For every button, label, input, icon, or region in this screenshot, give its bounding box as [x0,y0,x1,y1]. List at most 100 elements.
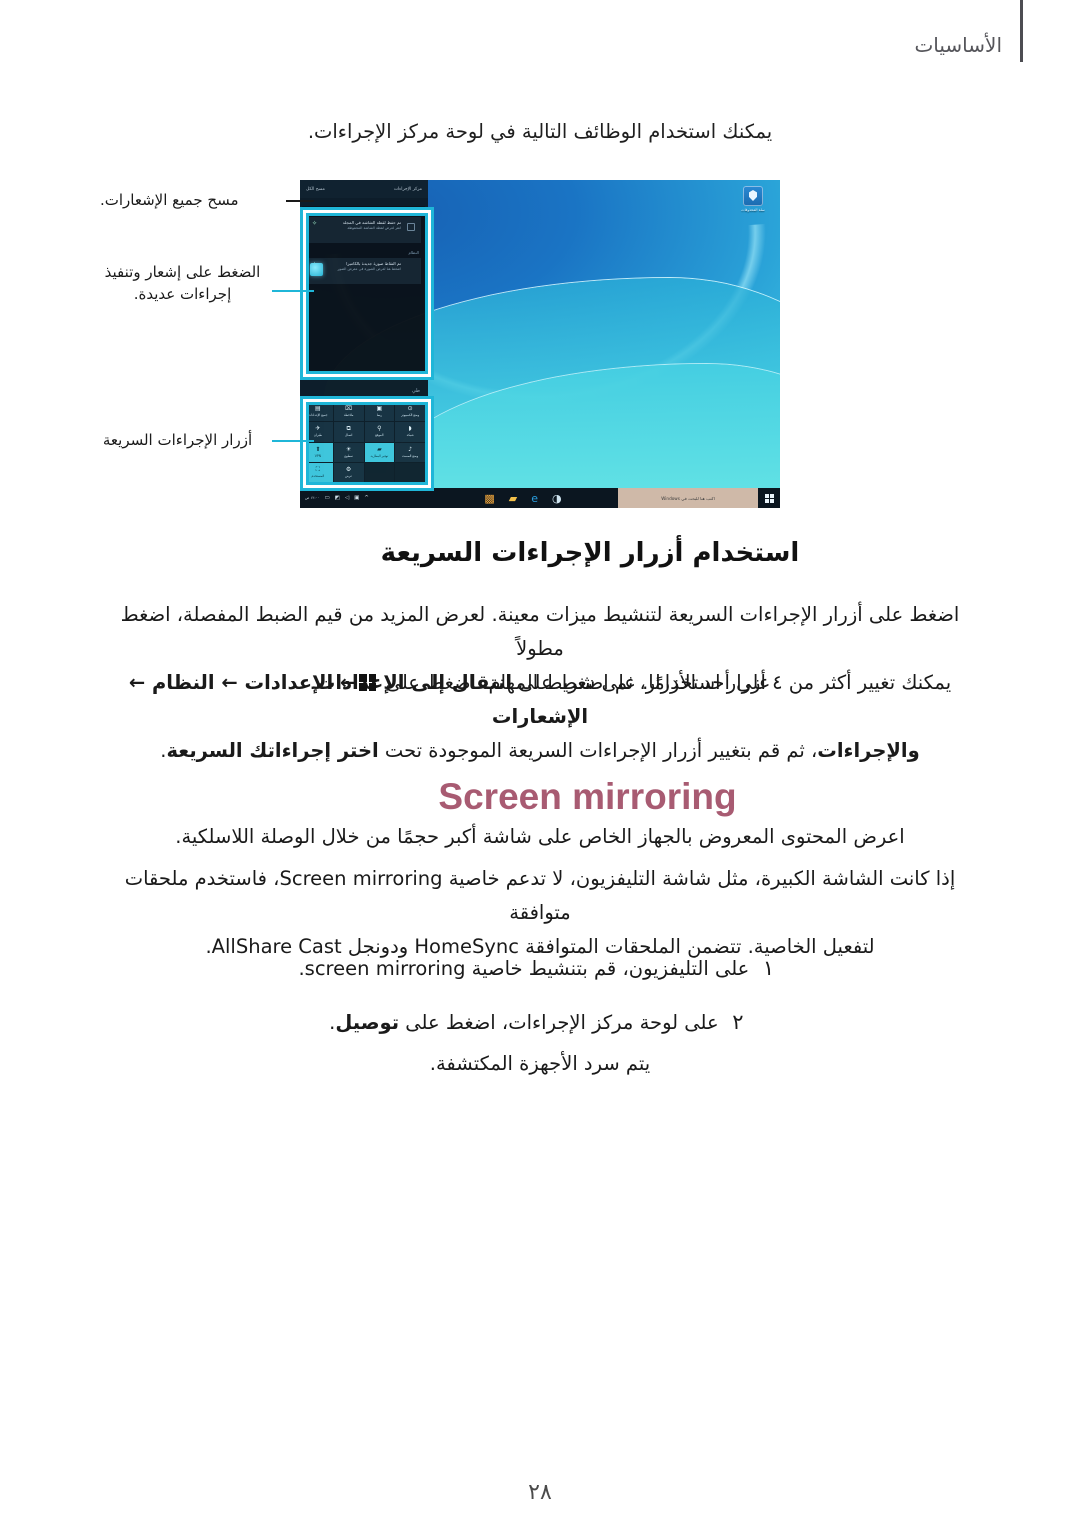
tray-network-icon[interactable]: ▭ [324,495,329,501]
quick-action-tile[interactable]: ⛶ المستخدم [303,462,333,482]
taskbar-search-text: اكتب هنا للبحث في Windows [661,495,715,501]
step-text: على التليفزيون، قم بتنشيط خاصية screen m… [298,953,749,985]
intro-paragraph: يمكنك استخدام الوظائف التالية في لوحة مر… [307,120,773,143]
annotation-quick-action-buttons: أزرار الإجراءات السريعة [102,431,253,449]
quick-action-tile-label: شبكة [406,433,414,438]
step-item: ١ على التليفزيون، قم بتنشيط خاصية screen… [0,952,1080,985]
step-number: ١ [762,956,775,980]
step1-text-a: على التليفزيون، قم بتنشيط خاصية [465,957,750,980]
choose-quick-actions-label: اختر إجراءاتك السريعة [166,739,379,762]
speaker-icon[interactable]: ◑ [552,493,562,504]
quick-action-tile-label: سطوع [344,453,353,458]
quick-action-tile[interactable]: ▰ توفير البطارية [364,442,395,462]
recycle-bin-label: سلة المحذوفات [741,208,765,212]
taskbar-tray: ‏١٢:٠٠ ص ▭ ◩ ◁ ▣ ^ [300,495,428,501]
quick-action-tile-label: ملاحظة [343,413,354,417]
notifications-area: تطبيق ✧ تم حفظ لقطة الشاشة في المجلد انق… [302,206,425,374]
quick-action-tile-label: الموقع [375,433,384,438]
page-number: ٢٨ [528,1480,552,1505]
quick-action-tile[interactable]: ⚙ عرض [333,462,364,482]
chapter-title: الأساسيات [914,33,1002,57]
quick-action-tile-label: ربط [376,413,383,417]
notification-group-label-1: تطبيق [408,209,419,214]
action-center-title: مركز الإجراءات [393,186,422,192]
paragraph2-line-2-mid: ، ثم قم بتغيير أزرار الإجراءات السريعة ا… [378,739,818,762]
annotation-press-notification: الضغط على إشعار وتنفيذ إجراءات عديدة. [104,263,261,303]
clear-all-button[interactable]: مسح الكل [306,187,325,192]
quick-action-tile[interactable] [395,462,425,482]
notification-leading-icon: ✧ [312,220,318,227]
quick-action-tile[interactable]: ✈ طيران [303,422,333,442]
leader-line-press-notification [272,290,314,292]
connect-button-label: توصيل [335,1011,400,1034]
quick-action-tile[interactable]: ⊙ وضع الكمبيوتر [395,402,425,422]
action-center-collapse-row[interactable]: طي [300,376,428,404]
step-number: ٢ [732,1010,744,1034]
page-header: الأساسيات [0,0,1080,90]
quick-action-tile-label: جميع الإعدادات [308,413,328,417]
quick-action-tile-label: طيران [313,433,322,438]
tray-volume-icon[interactable]: ◁ [345,495,349,501]
windows-logo-icon [359,674,377,691]
notification-subtitle: اضغط هنا لعرض الصورة في معرض الصور [337,266,401,271]
screen-mirroring-note: إذا كانت الشاشة الكبيرة، مثل شاشة التليف… [0,862,1080,964]
taskbar-clock[interactable]: ‏١٢:٠٠ ص [305,496,319,500]
tray-action-center-icon[interactable]: ◩ [335,495,340,501]
quick-action-tile-icon: ♪ [408,445,413,453]
quick-action-tile[interactable]: ⬆ VPN [303,442,333,462]
chevron-down-icon[interactable]: طي [412,388,420,394]
figure-action-center: سلة المحذوفات مسح الكل مركز الإجراءات تط… [0,180,1080,510]
notification-item[interactable]: ✧ تم حفظ لقطة الشاشة في المجلد انقر لعرض… [306,217,421,243]
quick-action-tile[interactable]: ⧉ اتصال [333,422,364,442]
paragraph-change-buttons: يمكنك تغيير أكثر من ٤ أزرار استخدامًا. ع… [0,666,1080,768]
taskbar-apps: ▩ ▰ e ◑ [428,493,618,504]
screen-mirroring-intro: اعرض المحتوى المعروض بالجهاز الخاص على ش… [175,825,905,848]
windows-start-icon[interactable] [758,488,780,508]
quick-action-tile-label: توفير البطارية [370,453,389,458]
paragraph2-line-1-pre: يمكنك تغيير أكثر من ٤ أزرار استخدامًا. ع… [379,671,952,694]
step2-text-a: على لوحة مركز الإجراءات، اضغط على [399,1011,719,1034]
edge-icon[interactable]: e [531,493,538,504]
annotation-clear-all: مسح جميع الإشعارات. [100,191,239,209]
quick-action-tile[interactable]: ⚲ الموقع [364,422,395,442]
paragraph-line-1: اضغط على أزرار الإجراءات السريعة لتنشيط … [120,603,960,660]
action-center-topbar: مسح الكل مركز الإجراءات [300,180,428,198]
step-item: ٢ على لوحة مركز الإجراءات، اضغط على توصي… [0,1006,1080,1039]
screenshot-windows-desktop: سلة المحذوفات مسح الكل مركز الإجراءات تط… [300,180,780,508]
notification-group-label-2: النظام [408,250,419,255]
quick-action-tile[interactable] [364,462,395,482]
quick-action-tile[interactable]: ☀ سطوع [333,442,364,462]
tray-battery-icon[interactable]: ▣ [354,495,359,501]
section-heading-quick-actions: استخدام أزرار الإجراءات السريعة [380,538,800,568]
step-substext: يتم سرد الأجهزة المكتشفة. [429,1052,651,1075]
quick-action-tile-label: وضع الصمت [402,453,419,458]
recycle-bin-icon[interactable]: سلة المحذوفات [736,186,770,212]
quick-action-tile[interactable]: ▣ ربط [364,402,395,422]
quick-action-tiles[interactable]: ⊙ وضع الكمبيوتر ▣ ربط ⌧ ملاحظة ▤ جميع الإعدادات… [303,402,425,482]
leader-line-quick-actions [272,440,314,442]
quick-action-tile-label: وضع الكمبيوتر [401,413,420,417]
quick-action-tile[interactable]: ⌧ ملاحظة [333,402,364,422]
quick-action-tile[interactable]: ◗ شبكة [395,422,425,442]
store-icon[interactable]: ▩ [484,493,494,504]
folder-icon[interactable]: ▰ [509,493,517,504]
notification-item[interactable]: ✧ تم التقاط صورة جديدة بالكاميرا اضغط هن… [306,258,421,284]
notification-thumbnail [310,263,323,276]
step1-term: screen mirroring [304,957,466,980]
note-line-1-a: إذا كانت الشاشة الكبيرة، مثل شاشة التليف… [442,867,956,890]
step-text: على لوحة مركز الإجراءات، اضغط على توصيل. [329,1007,719,1039]
action-center-panel: مسح الكل مركز الإجراءات تطبيق ✧ تم حفظ ل… [300,180,428,485]
notification-subtitle: انقر لعرض لقطة الشاشة المحفوظة [347,225,401,230]
chapter-tab-rule [1020,0,1023,62]
actions-label: والإجراءات [817,739,920,762]
notification-app-icon [407,223,415,231]
tray-expand-icon[interactable]: ^ [364,495,369,501]
quick-action-tile-label: المستخدم [311,473,325,478]
quick-action-tile[interactable]: ♪ وضع الصمت [395,442,425,462]
quick-action-tile-icon: ▰ [377,445,382,453]
quick-action-tile-label: اتصال [344,433,353,438]
quick-action-tile[interactable]: ▤ جميع الإعدادات [303,402,333,422]
taskbar-search-box[interactable]: اكتب هنا للبحث في Windows [618,488,758,508]
note-term-screen-mirroring: Screen mirroring [279,867,443,890]
quick-action-tile-icon: ☀ [345,445,352,453]
